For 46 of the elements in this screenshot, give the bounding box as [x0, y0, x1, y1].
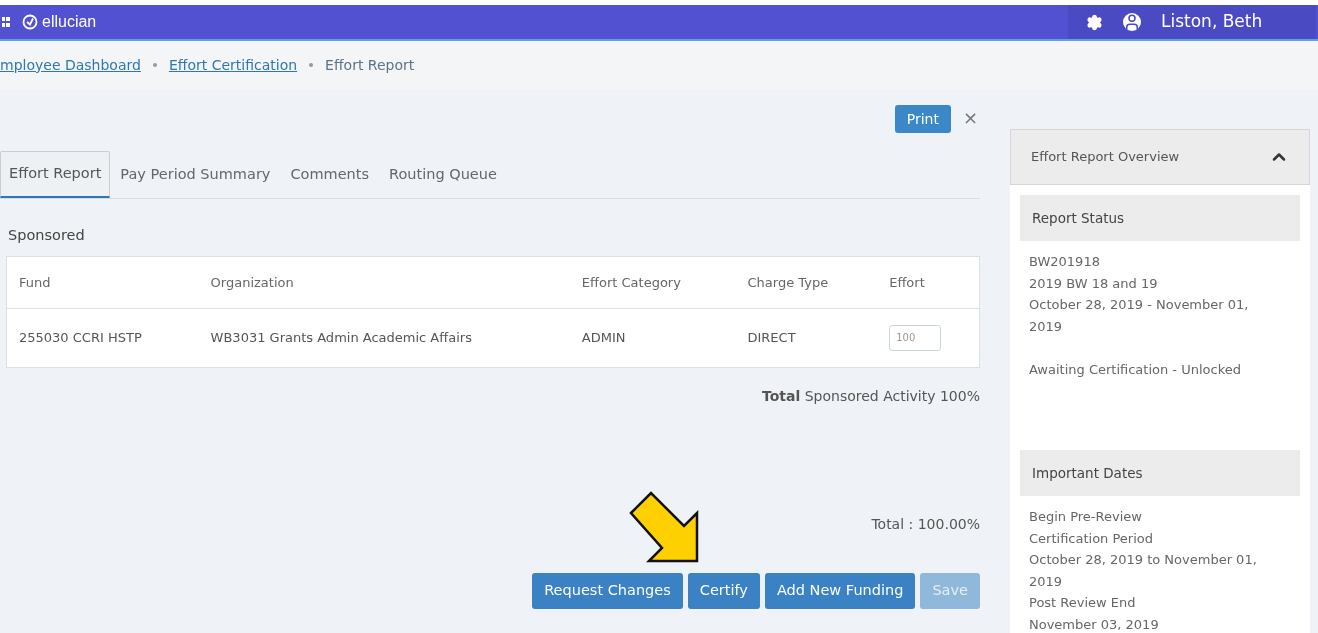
table-cell: DIRECT: [747, 330, 796, 345]
column-header: Organization: [210, 274, 294, 290]
print-button[interactable]: Print: [894, 105, 951, 133]
section-header: Important Dates: [1020, 450, 1300, 496]
sponsored-total: Total Sponsored Activity 100%: [762, 386, 980, 406]
overview-text: October 28, 2019 to November 01, 2019: [1029, 551, 1258, 591]
user-name[interactable]: Liston, Beth: [1161, 9, 1263, 35]
breadcrumb-link[interactable]: mployee Dashboard: [0, 54, 141, 76]
column-header: Effort Category: [581, 274, 681, 290]
settings-icon[interactable]: [1086, 13, 1103, 31]
table-cell: 255030 CCRI HSTP: [19, 330, 142, 345]
overview-text: November 03, 2019: [1029, 615, 1160, 633]
overview-text: Awaiting Certification - Unlocked: [1029, 360, 1242, 379]
action-button[interactable]: Add New Funding: [764, 572, 916, 609]
breadcrumb-link[interactable]: Effort Certification: [168, 54, 298, 76]
section-header: Report Status: [1020, 195, 1300, 241]
action-button[interactable]: Certify: [687, 572, 760, 609]
overview-text: Post Review End: [1029, 594, 1137, 612]
close-button[interactable]: ×: [962, 109, 978, 133]
overview-text: Begin Pre-Review: [1029, 508, 1143, 526]
tab[interactable]: Routing Queue: [379, 151, 507, 198]
action-button[interactable]: Request Changes: [532, 572, 683, 609]
overview-text: 2019 BW 18 and 19: [1029, 274, 1159, 293]
section-title: Sponsored: [8, 226, 86, 245]
table-cell: ADMIN: [581, 330, 626, 345]
breadcrumb-separator: [309, 63, 314, 67]
tab[interactable]: Comments: [280, 151, 380, 198]
column-header: Effort: [889, 274, 925, 290]
grid-menu-icon[interactable]: [2, 16, 10, 28]
logo-icon: [22, 14, 38, 30]
overview-text: BW201918: [1029, 253, 1101, 271]
effort-input[interactable]: 100: [889, 324, 942, 351]
column-header: Charge Type: [747, 274, 829, 290]
breadcrumb-link[interactable]: Effort Report: [325, 54, 415, 76]
overview-text: October 28, 2019 - November 01, 2019: [1029, 296, 1250, 336]
overview-text: Certification Period: [1029, 529, 1154, 548]
pointer-arrow: [629, 491, 701, 563]
overview-header[interactable]: Effort Report Overview: [1010, 129, 1310, 185]
tab[interactable]: Effort Report: [0, 151, 111, 198]
table-cell: WB3031 Grants Admin Academic Affairs: [210, 330, 472, 345]
grand-total: Total : 100.00%: [871, 514, 980, 534]
column-header: Fund: [19, 274, 51, 290]
breadcrumb-separator: [152, 63, 157, 67]
brand-name: ellucian: [42, 12, 97, 32]
tab[interactable]: Pay Period Summary: [110, 151, 281, 198]
user-avatar-icon[interactable]: [1123, 13, 1141, 31]
